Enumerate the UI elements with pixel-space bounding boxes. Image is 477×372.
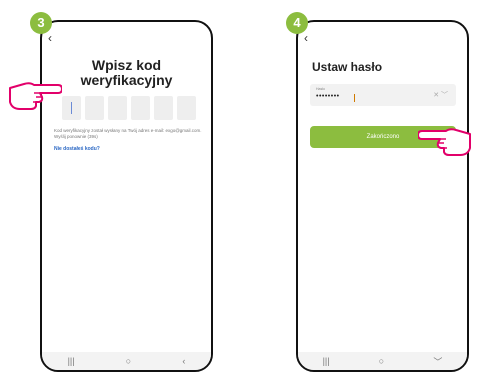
system-navbar: ||| ○ ﹀ [298,352,467,370]
system-navbar: ||| ○ ‹ [42,352,211,370]
back-nav-icon[interactable]: ‹ [182,356,185,366]
text-cursor [354,94,355,102]
page-title: Ustaw hasło [312,60,383,74]
code-digit-input[interactable] [154,96,173,120]
code-digit-input[interactable] [85,96,104,120]
password-label: Hasło [316,87,325,91]
page-title: Wpisz kod weryfikacyjny [42,58,211,88]
code-digit-input[interactable] [131,96,150,120]
text-cursor [71,102,72,114]
back-icon[interactable]: ‹ [48,32,52,44]
code-digit-input[interactable] [177,96,196,120]
resend-code-link[interactable]: Nie dostałeś kodu? [54,146,100,152]
back-icon[interactable]: ‹ [304,32,308,44]
phone-frame-verification: ‹ Wpisz kod weryfikacyjny Kod weryfikacy… [40,20,213,372]
phone-frame-set-password: ‹ Ustaw hasło Hasło •••••••• ✕ ﹀ Zakończ… [296,20,469,372]
title-line: Wpisz kod [91,57,162,73]
home-icon[interactable]: ○ [379,356,384,366]
home-icon[interactable]: ○ [126,356,131,366]
recent-apps-icon[interactable]: ||| [68,356,75,366]
pointing-hand-icon [9,82,62,110]
password-field[interactable]: Hasło •••••••• ✕ ﹀ [310,84,456,106]
step-number-badge: 4 [286,12,308,34]
title-line: weryfikacyjny [80,72,173,88]
chevron-down-icon[interactable]: ﹀ [433,355,442,368]
code-digit-input[interactable] [62,96,81,120]
code-digit-input[interactable] [108,96,127,120]
clear-and-toggle-icons[interactable]: ✕ ﹀ [433,90,448,100]
pointing-hand-icon [418,128,471,156]
password-value: •••••••• [316,93,340,100]
recent-apps-icon[interactable]: ||| [323,356,330,366]
step-number-badge: 3 [30,12,52,34]
verification-info-text: Kod weryfikacyjny został wysłany na Twój… [54,128,202,139]
